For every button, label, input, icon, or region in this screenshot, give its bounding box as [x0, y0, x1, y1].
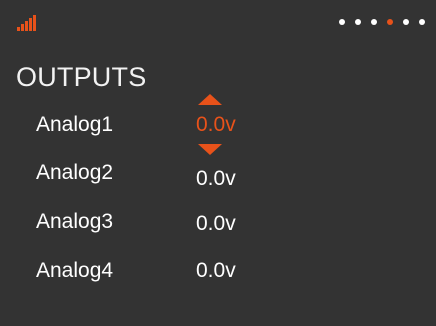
- page-dot-active[interactable]: [387, 19, 393, 25]
- signal-bar: [33, 15, 36, 31]
- output-value-analog4[interactable]: 0.0v: [196, 258, 236, 284]
- output-label-analog4[interactable]: Analog4: [36, 258, 113, 284]
- signal-bar: [21, 24, 24, 31]
- output-value-analog2[interactable]: 0.0v: [196, 166, 236, 192]
- output-label-analog2[interactable]: Analog2: [36, 160, 113, 186]
- output-label-analog3[interactable]: Analog3: [36, 209, 113, 235]
- output-value-analog3[interactable]: 0.0v: [196, 211, 236, 237]
- page-dot[interactable]: [371, 19, 377, 25]
- signal-bar: [17, 27, 20, 31]
- signal-strength-icon: [17, 15, 37, 31]
- page-dot[interactable]: [339, 19, 345, 25]
- signal-bar: [29, 18, 32, 31]
- page-dot[interactable]: [355, 19, 361, 25]
- signal-bar: [25, 21, 28, 31]
- output-label-analog1[interactable]: Analog1: [36, 112, 113, 138]
- page-dot[interactable]: [403, 19, 409, 25]
- arrow-up-icon[interactable]: [198, 94, 222, 105]
- page-title: OUTPUTS: [16, 62, 147, 92]
- arrow-down-icon[interactable]: [198, 144, 222, 155]
- page-indicator: [339, 19, 425, 25]
- page-dot[interactable]: [419, 19, 425, 25]
- output-value-analog1[interactable]: 0.0v: [196, 112, 236, 138]
